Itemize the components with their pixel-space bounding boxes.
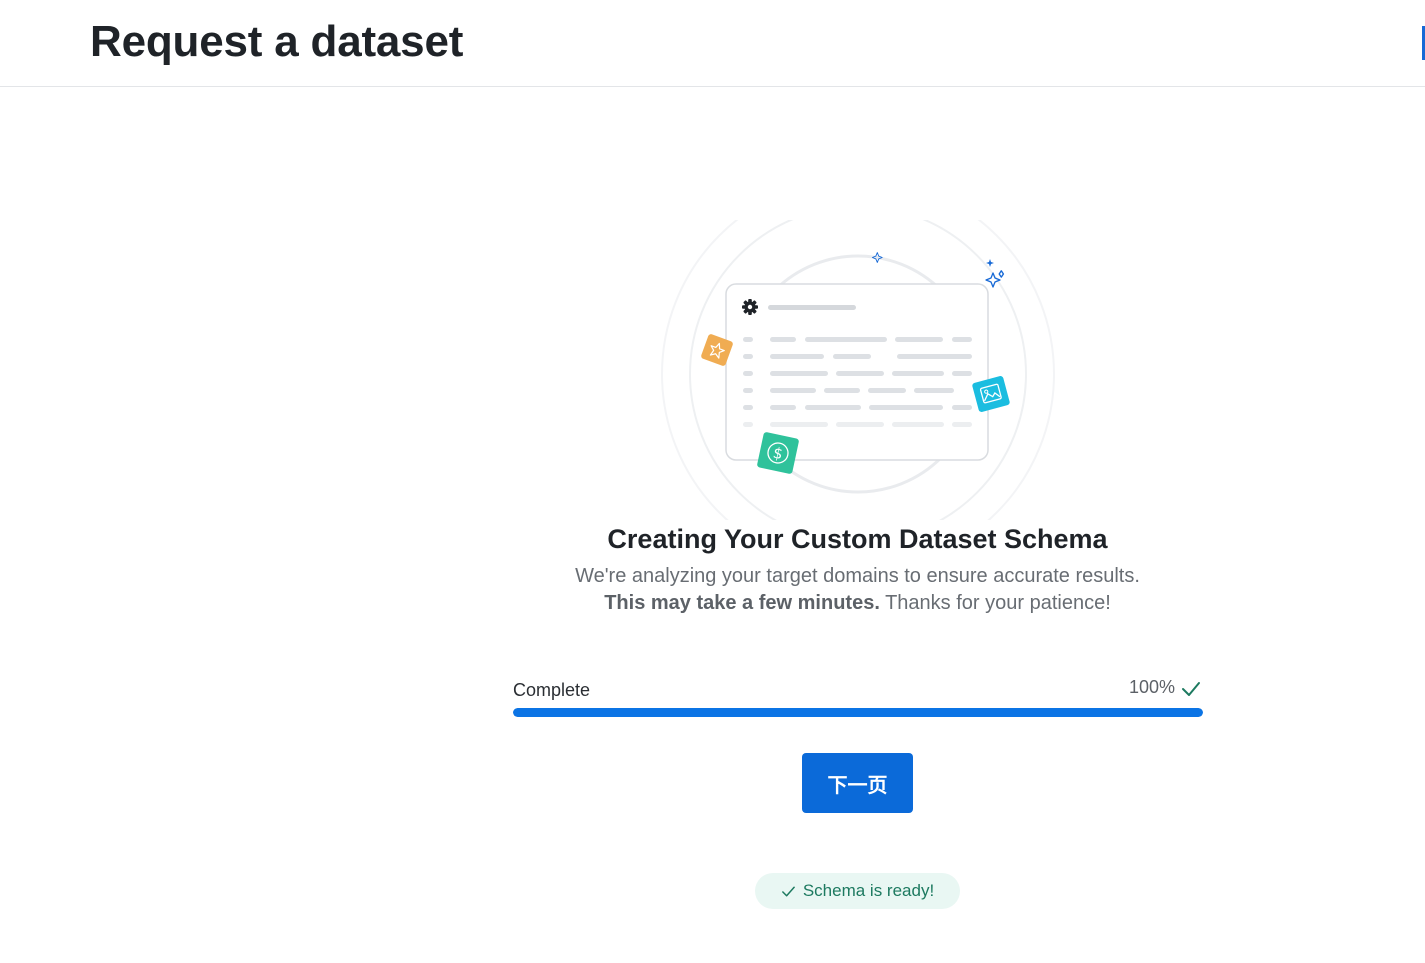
sparkle-icon xyxy=(871,252,1005,288)
subtext-rest: Thanks for your patience! xyxy=(885,592,1111,614)
dollar-icon: $ xyxy=(757,432,799,474)
status-text: Schema is ready! xyxy=(802,881,935,900)
subtext-bold: This may take a few minutes. xyxy=(604,592,880,614)
progress-percent: 100% xyxy=(1128,677,1175,697)
page-header: Request a dataset xyxy=(0,0,1425,87)
check-icon xyxy=(1182,682,1200,696)
main-heading: Creating Your Custom Dataset Schema xyxy=(607,524,1108,554)
progress-section: Complete 100% xyxy=(513,672,1203,722)
progress-fill xyxy=(513,708,1203,717)
subtext: We're analyzing your target domains to e… xyxy=(0,563,1425,617)
check-icon xyxy=(781,886,795,896)
status-badge: Schema is ready! xyxy=(755,873,960,909)
page-title: Request a dataset xyxy=(90,17,464,66)
progress-label: Complete xyxy=(513,680,591,700)
subtext-line1: We're analyzing your target domains to e… xyxy=(575,565,1140,587)
schema-illustration: $ xyxy=(650,177,1070,571)
gear-icon xyxy=(742,299,758,315)
next-page-button[interactable]: 下一页 xyxy=(802,753,913,813)
progress-bar xyxy=(513,708,1203,717)
